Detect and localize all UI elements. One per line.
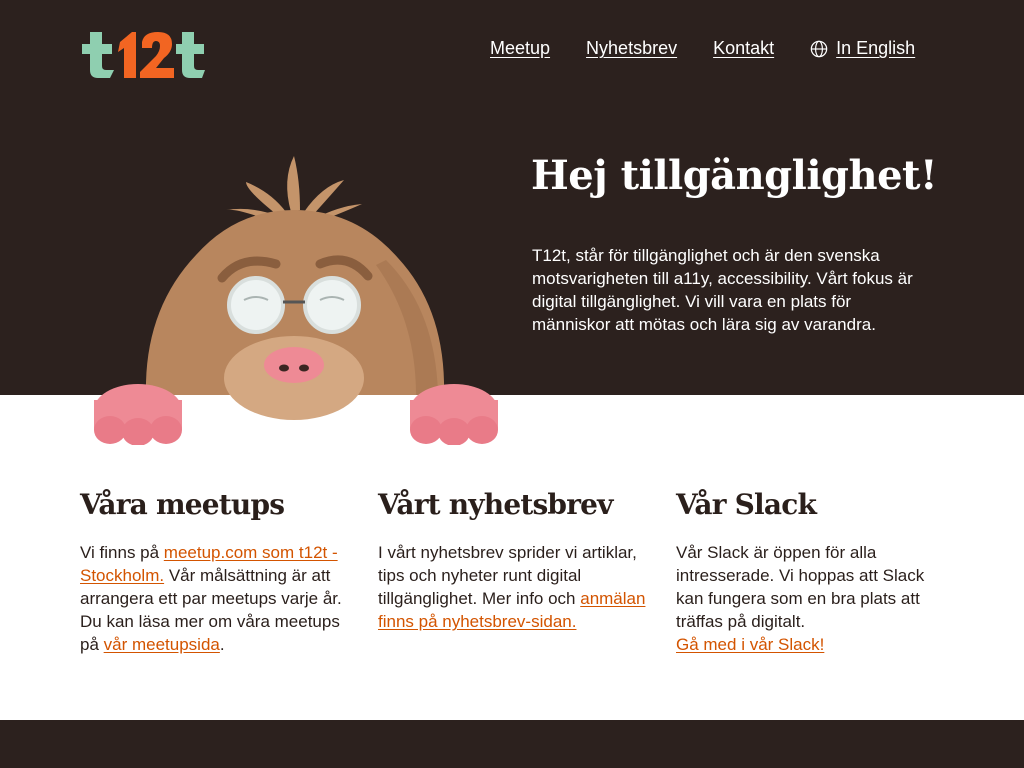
slack-text: Vår Slack är öppen för alla intresserade… [676, 543, 925, 654]
meetups-heading: Våra meetups [80, 488, 285, 521]
hero-title: Hej tillgänglighet! [531, 152, 938, 199]
main-navigation: Meetup Nyhetsbrev Kontakt In English [490, 38, 915, 59]
slack-section: Vår Slack Vår Slack är öppen för alla in… [676, 488, 951, 656]
meetups-section: Våra meetups Vi finns på meetup.com som … [80, 488, 355, 656]
footer [0, 720, 1024, 768]
slack-heading: Vår Slack [676, 488, 817, 521]
globe-icon [810, 40, 828, 57]
nav-newsletter-link[interactable]: Nyhetsbrev [586, 38, 677, 59]
slack-join-link[interactable]: Gå med i vår Slack! [676, 635, 824, 654]
logo-icon [82, 32, 205, 78]
mole-mascot [94, 156, 498, 445]
nav-english-label: In English [836, 38, 916, 58]
newsletter-heading: Vårt nyhetsbrev [378, 488, 613, 521]
newsletter-text: I vårt nyhetsbrev sprider vi artiklar, t… [378, 543, 646, 631]
meetups-text: Vi finns på meetup.com som t12t - Stockh… [80, 543, 342, 654]
nav-english-link[interactable]: In English [810, 38, 915, 59]
nav-contact-link[interactable]: Kontakt [713, 38, 774, 59]
newsletter-section: Vårt nyhetsbrev I vårt nyhetsbrev spride… [378, 488, 653, 633]
meetup-page-link[interactable]: vår meetupsida [104, 635, 220, 654]
nav-meetup-link[interactable]: Meetup [490, 38, 550, 59]
hero-description: T12t, står för tillgänglighet och är den… [532, 246, 913, 334]
logo-link[interactable] [80, 28, 206, 80]
